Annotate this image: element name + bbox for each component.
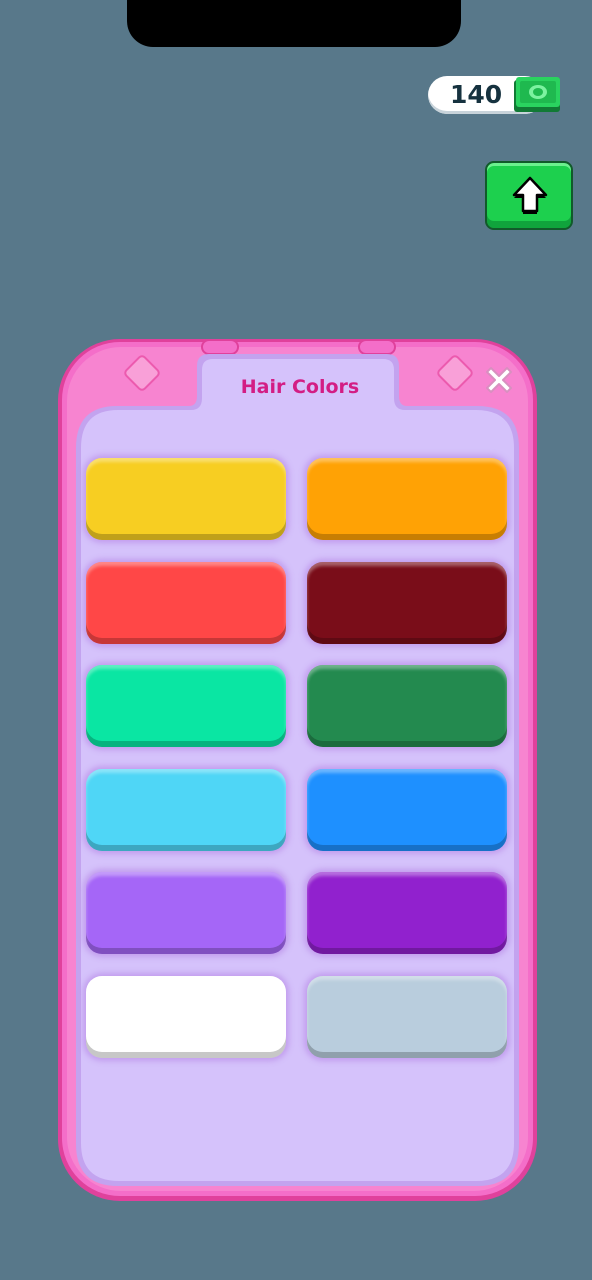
- currency-amount: 140: [450, 80, 503, 109]
- upload-button[interactable]: [485, 161, 573, 230]
- color-swatch-orange[interactable]: [307, 458, 507, 540]
- color-swatch-yellow[interactable]: [86, 458, 286, 540]
- currency-counter: 140: [428, 76, 562, 115]
- color-swatch-white[interactable]: [86, 976, 286, 1058]
- color-swatch-lavender[interactable]: [86, 872, 286, 954]
- color-swatch-sky-blue[interactable]: [86, 769, 286, 851]
- color-swatch-dark-green[interactable]: [307, 665, 507, 747]
- panel-title: Hair Colors: [240, 376, 360, 398]
- color-swatch-blue[interactable]: [307, 769, 507, 851]
- color-swatch-red[interactable]: [86, 562, 286, 644]
- close-icon: [486, 367, 512, 393]
- color-swatch-mint-green[interactable]: [86, 665, 286, 747]
- color-swatch-light-gray-blue[interactable]: [307, 976, 507, 1058]
- color-swatch-dark-red[interactable]: [307, 562, 507, 644]
- close-button[interactable]: [479, 360, 519, 400]
- device-notch: [127, 0, 461, 47]
- color-swatch-purple[interactable]: [307, 872, 507, 954]
- cash-icon: [512, 76, 562, 114]
- arrow-up-icon: [512, 176, 548, 214]
